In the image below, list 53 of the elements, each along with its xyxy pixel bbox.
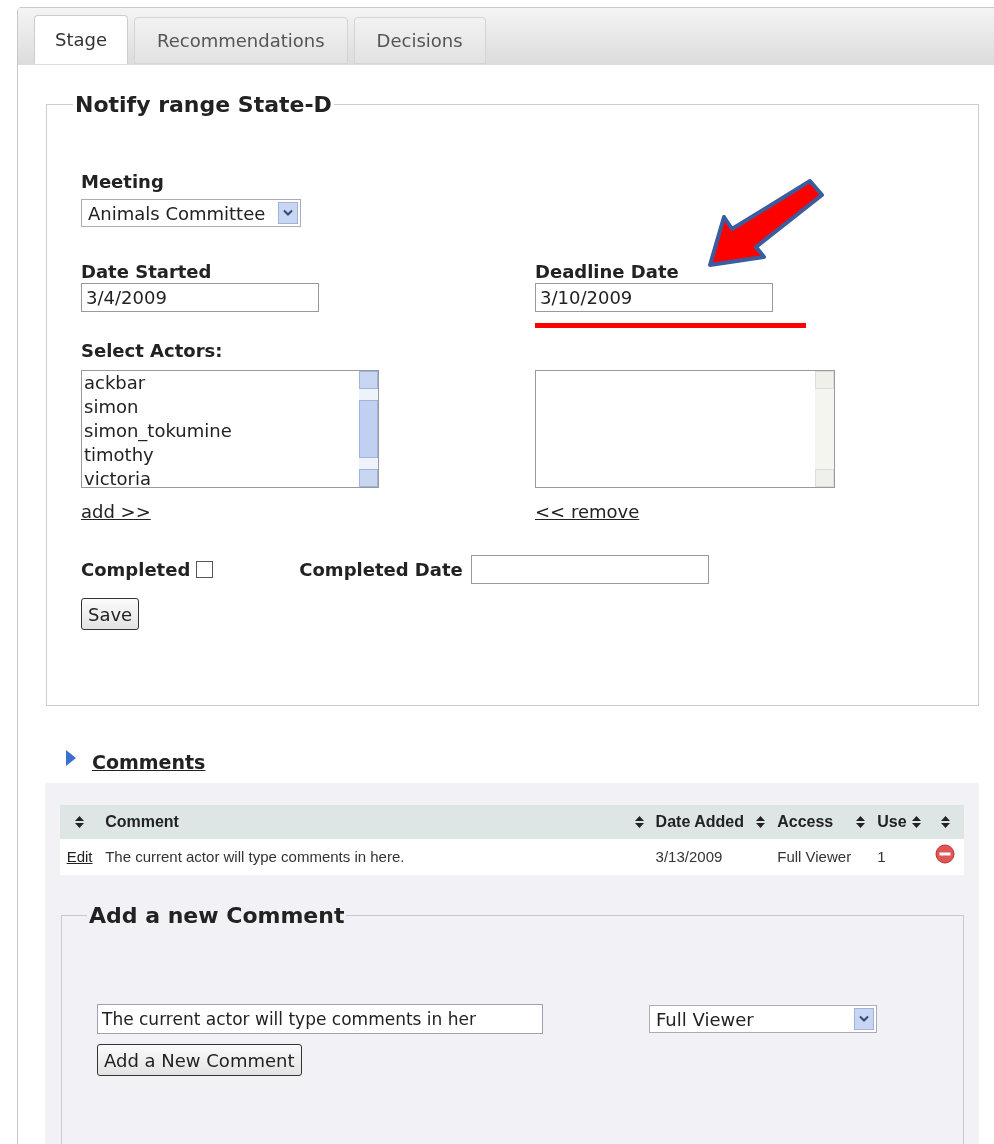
text-field[interactable] bbox=[470, 555, 709, 584]
edit-link[interactable]: Edit bbox=[66, 848, 93, 865]
list-item[interactable]: simon_tokumine bbox=[84, 419, 359, 443]
column-header[interactable]: Use bbox=[871, 805, 927, 839]
table-cell: The current actor will type comments in here. bbox=[105, 847, 405, 865]
add-link[interactable]: add >> bbox=[81, 498, 151, 525]
sort-icon bbox=[756, 816, 766, 828]
form-legend: Add a new Comment bbox=[87, 899, 347, 932]
remove-link[interactable]: << remove bbox=[535, 498, 640, 525]
access-dropdown[interactable]: Full Viewer bbox=[649, 1005, 877, 1033]
actor-list[interactable] bbox=[535, 370, 835, 488]
sort-icon bbox=[911, 816, 921, 828]
column-header[interactable]: Comment bbox=[99, 805, 650, 839]
field-label: Deadline Date bbox=[535, 261, 680, 283]
save-button[interactable]: Save bbox=[81, 598, 140, 630]
checkbox[interactable] bbox=[196, 561, 214, 578]
scrollbar[interactable] bbox=[815, 371, 834, 487]
actor-list[interactable]: ackbar simon simon_tokumine timothy victoria bbox=[81, 370, 379, 488]
scrollbar[interactable] bbox=[359, 371, 378, 487]
tab[interactable]: Recommendations bbox=[134, 17, 348, 64]
field-label: Date Started bbox=[81, 261, 213, 283]
caret-right-icon[interactable] bbox=[66, 750, 76, 766]
list-item[interactable]: victoria bbox=[84, 467, 359, 487]
column-header[interactable] bbox=[926, 805, 964, 839]
sort-icon bbox=[75, 816, 85, 828]
sort-icon bbox=[940, 816, 950, 828]
add-comment-button[interactable]: Add a New Comment bbox=[97, 1044, 302, 1076]
field-label: Meeting bbox=[81, 171, 165, 193]
chevron-down-icon bbox=[854, 1008, 874, 1030]
field-label: Completed Date bbox=[299, 558, 463, 581]
column-header[interactable] bbox=[60, 805, 100, 839]
column-header[interactable]: Date Added bbox=[649, 805, 772, 839]
tab[interactable]: Stage bbox=[34, 15, 128, 64]
comment-field[interactable]: The current actor will type comments in her bbox=[97, 1004, 543, 1034]
form-legend: Notify range State-D bbox=[73, 88, 334, 121]
table-cell: 3/13/2009 bbox=[655, 847, 723, 865]
chevron-down-icon bbox=[278, 202, 298, 224]
column-header[interactable]: Access bbox=[771, 805, 872, 839]
table-cell: 1 bbox=[877, 847, 886, 865]
list-item[interactable]: timothy bbox=[84, 443, 359, 467]
sort-icon bbox=[856, 816, 866, 828]
sort-icon bbox=[634, 816, 644, 828]
field-label: Select Actors: bbox=[81, 340, 224, 362]
text-field[interactable]: 3/10/2009 bbox=[535, 283, 773, 312]
list-item[interactable]: simon bbox=[84, 395, 359, 419]
list-item[interactable]: ackbar bbox=[84, 371, 359, 395]
meeting-dropdown[interactable]: Animals Committee bbox=[81, 199, 301, 227]
table-cell: Full Viewer bbox=[777, 847, 852, 865]
delete-icon[interactable] bbox=[935, 843, 956, 864]
field-label: Completed bbox=[81, 558, 191, 581]
comments-link[interactable]: Comments bbox=[92, 748, 206, 777]
text-field[interactable]: 3/4/2009 bbox=[81, 283, 319, 312]
tab[interactable]: Decisions bbox=[353, 17, 486, 64]
